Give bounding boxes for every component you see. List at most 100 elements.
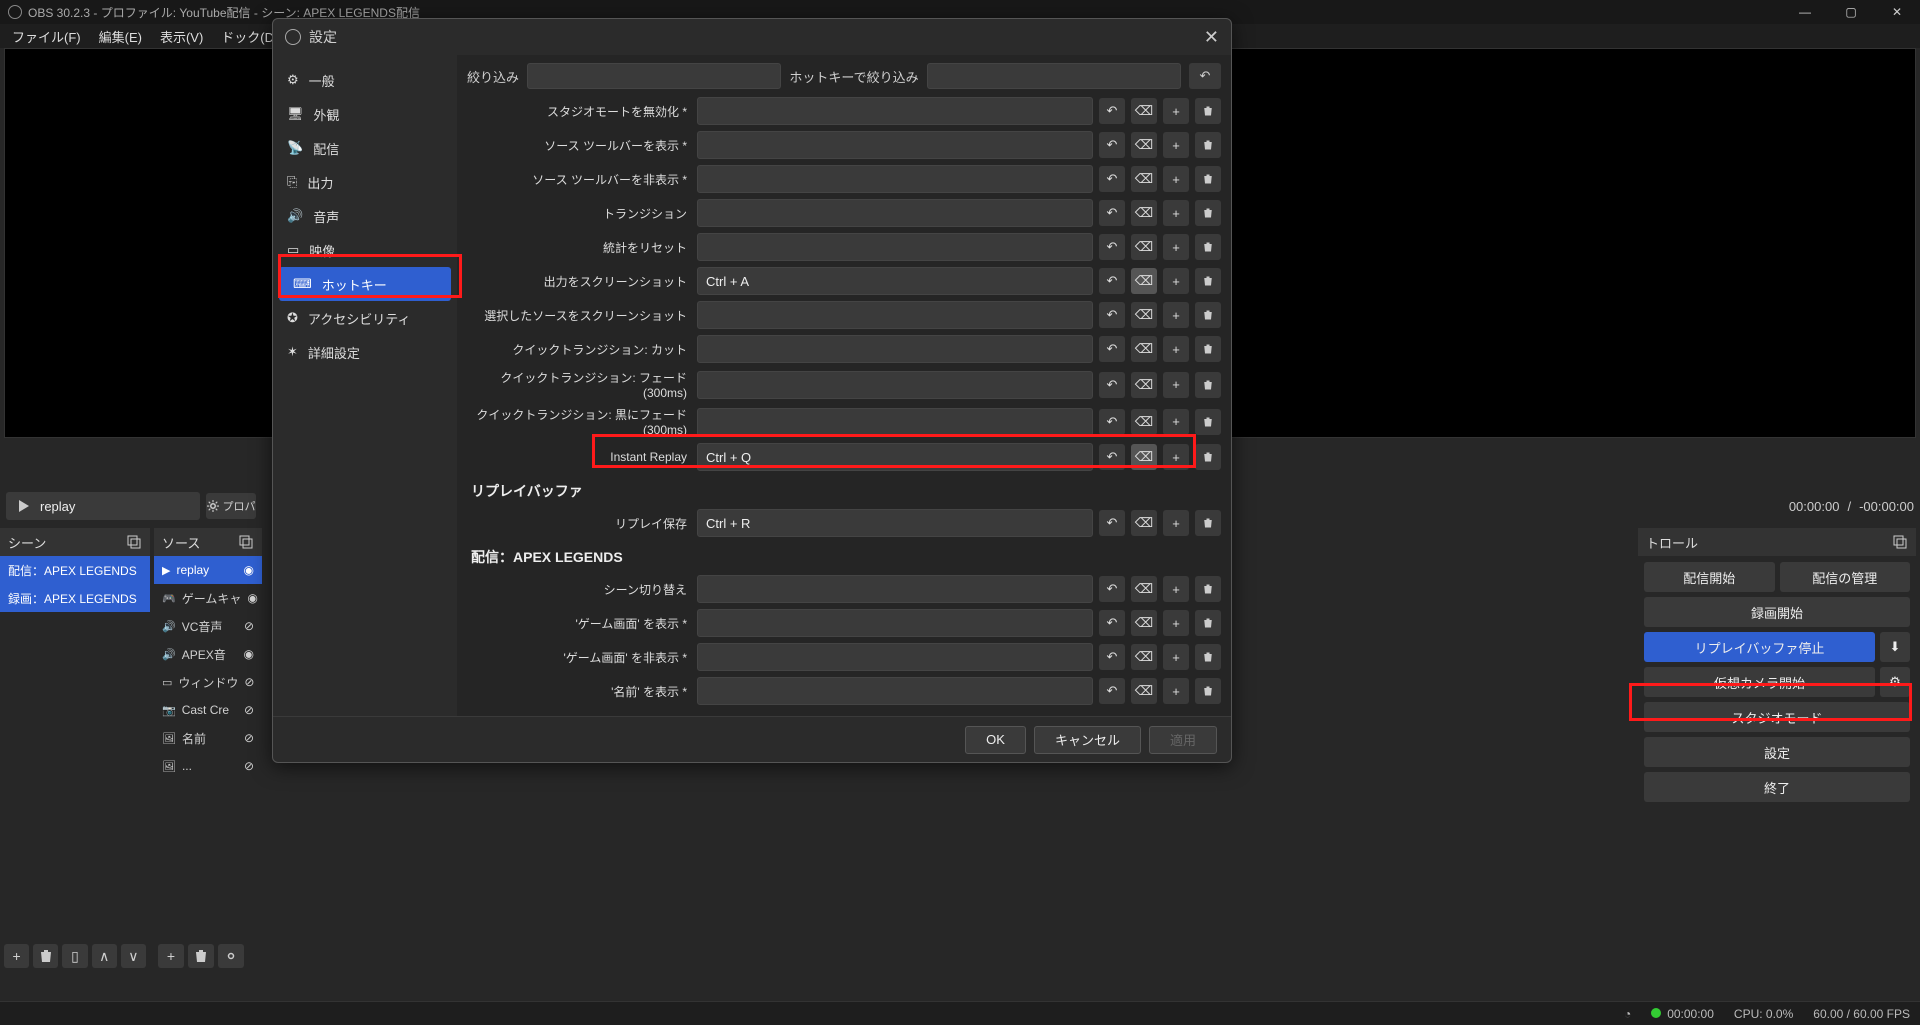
remove-scene-button[interactable]	[33, 944, 58, 968]
hotkey-add-button[interactable]: +	[1163, 268, 1189, 294]
hotkey-undo-button[interactable]: ↶	[1099, 610, 1125, 636]
hotkey-input[interactable]: Ctrl + Q	[697, 443, 1093, 471]
settings-tab-advanced[interactable]: ✶詳細設定	[273, 335, 457, 369]
source-item[interactable]: 🖼...⊘	[154, 752, 262, 780]
hotkey-undo-button[interactable]: ↶	[1099, 166, 1125, 192]
hotkey-clear-button[interactable]: ⌫	[1131, 336, 1157, 362]
replay-buffer-button[interactable]: リプレイバッファ停止	[1644, 632, 1875, 662]
close-button[interactable]: ✕	[1874, 0, 1920, 24]
hotkey-clear-button[interactable]: ⌫	[1131, 302, 1157, 328]
hotkey-input[interactable]	[697, 233, 1093, 261]
hidden-icon[interactable]: ⊘	[244, 619, 254, 633]
hotkey-remove-button[interactable]	[1195, 510, 1221, 536]
settings-tab-gear[interactable]: ⚙一般	[273, 63, 457, 97]
hotkey-undo-button[interactable]: ↶	[1099, 510, 1125, 536]
hotkey-input[interactable]	[697, 677, 1093, 705]
hotkey-remove-button[interactable]	[1195, 98, 1221, 124]
minimize-button[interactable]: —	[1782, 0, 1828, 24]
scene-filter-button[interactable]: ▯	[62, 944, 87, 968]
hotkey-input[interactable]	[697, 165, 1093, 193]
add-scene-button[interactable]: +	[4, 944, 29, 968]
hotkey-input[interactable]	[697, 575, 1093, 603]
hotkey-clear-button[interactable]: ⌫	[1131, 200, 1157, 226]
filter-input[interactable]	[527, 63, 781, 89]
hotkey-add-button[interactable]: +	[1163, 678, 1189, 704]
hotkey-clear-button[interactable]: ⌫	[1131, 409, 1157, 435]
visible-icon[interactable]: ◉	[244, 647, 254, 661]
transition-props-button[interactable]: プロパ	[206, 493, 256, 519]
scene-item[interactable]: 録画：APEX LEGENDS	[0, 584, 150, 612]
exit-button[interactable]: 終了	[1644, 772, 1910, 802]
hotkey-input[interactable]	[697, 609, 1093, 637]
replay-save-button[interactable]: ⬇	[1880, 632, 1910, 662]
hotkey-input[interactable]	[697, 97, 1093, 125]
hotkey-remove-button[interactable]	[1195, 132, 1221, 158]
hotkey-input[interactable]: Ctrl + A	[697, 267, 1093, 295]
apply-button[interactable]: 適用	[1149, 726, 1217, 754]
visible-icon[interactable]: ◉	[244, 563, 254, 577]
settings-button[interactable]: 設定	[1644, 737, 1910, 767]
hotkey-remove-button[interactable]	[1195, 409, 1221, 435]
scene-item[interactable]: 配信：APEX LEGENDS	[0, 556, 150, 584]
virtual-cam-button[interactable]: 仮想カメラ開始	[1644, 667, 1875, 697]
hotkey-add-button[interactable]: +	[1163, 576, 1189, 602]
settings-tab-audio[interactable]: 🔊音声	[273, 199, 457, 233]
hotkey-input[interactable]	[697, 643, 1093, 671]
hotkey-clear-button[interactable]: ⌫	[1131, 132, 1157, 158]
hotkey-undo-button[interactable]: ↶	[1099, 200, 1125, 226]
hotkey-clear-button[interactable]: ⌫	[1131, 268, 1157, 294]
maximize-button[interactable]: ▢	[1828, 0, 1874, 24]
settings-tab-output[interactable]: ⎘出力	[273, 165, 457, 199]
filter-reset-button[interactable]: ↶	[1189, 63, 1221, 89]
hotkey-clear-button[interactable]: ⌫	[1131, 444, 1157, 470]
hotkey-undo-button[interactable]: ↶	[1099, 409, 1125, 435]
hotkey-add-button[interactable]: +	[1163, 132, 1189, 158]
hotkey-undo-button[interactable]: ↶	[1099, 372, 1125, 398]
hotkey-undo-button[interactable]: ↶	[1099, 268, 1125, 294]
hotkey-remove-button[interactable]	[1195, 610, 1221, 636]
source-props-button[interactable]	[218, 944, 244, 968]
hotkey-clear-button[interactable]: ⌫	[1131, 234, 1157, 260]
hotkey-clear-button[interactable]: ⌫	[1131, 576, 1157, 602]
menu-edit[interactable]: 編集(E)	[91, 25, 150, 48]
hotkey-remove-button[interactable]	[1195, 678, 1221, 704]
hidden-icon[interactable]: ⊘	[244, 703, 254, 717]
source-item[interactable]: 🖼名前⊘	[154, 724, 262, 752]
hotkey-add-button[interactable]: +	[1163, 644, 1189, 670]
hotkey-input[interactable]	[697, 301, 1093, 329]
hotkey-input[interactable]	[697, 408, 1093, 436]
hotkey-remove-button[interactable]	[1195, 200, 1221, 226]
hotkey-clear-button[interactable]: ⌫	[1131, 372, 1157, 398]
hotkey-remove-button[interactable]	[1195, 302, 1221, 328]
source-item[interactable]: 🔊APEX音◉	[154, 640, 262, 668]
hotkey-undo-button[interactable]: ↶	[1099, 336, 1125, 362]
hotkey-remove-button[interactable]	[1195, 166, 1221, 192]
hotkey-add-button[interactable]: +	[1163, 610, 1189, 636]
start-stream-button[interactable]: 配信開始	[1644, 562, 1775, 592]
hotkey-add-button[interactable]: +	[1163, 510, 1189, 536]
scene-down-button[interactable]: ∨	[121, 944, 146, 968]
settings-tab-access[interactable]: ✪アクセシビリティ	[273, 301, 457, 335]
hotkey-add-button[interactable]: +	[1163, 302, 1189, 328]
hotkey-remove-button[interactable]	[1195, 234, 1221, 260]
hotkey-clear-button[interactable]: ⌫	[1131, 678, 1157, 704]
settings-tab-antenna[interactable]: 📡配信	[273, 131, 457, 165]
source-item[interactable]: 🔊VC音声⊘	[154, 612, 262, 640]
hotkey-undo-button[interactable]: ↶	[1099, 98, 1125, 124]
hotkey-clear-button[interactable]: ⌫	[1131, 98, 1157, 124]
hotkey-undo-button[interactable]: ↶	[1099, 678, 1125, 704]
scene-up-button[interactable]: ∧	[92, 944, 117, 968]
hotkey-add-button[interactable]: +	[1163, 166, 1189, 192]
hotkey-clear-button[interactable]: ⌫	[1131, 610, 1157, 636]
settings-tab-video[interactable]: ▭映像	[273, 233, 457, 267]
hotkey-clear-button[interactable]: ⌫	[1131, 510, 1157, 536]
hotkey-clear-button[interactable]: ⌫	[1131, 166, 1157, 192]
hotkey-add-button[interactable]: +	[1163, 372, 1189, 398]
menu-file[interactable]: ファイル(F)	[4, 25, 89, 48]
hotkey-input[interactable]: Ctrl + R	[697, 509, 1093, 537]
transition-select[interactable]: replay	[6, 492, 200, 520]
hotkey-undo-button[interactable]: ↶	[1099, 644, 1125, 670]
start-record-button[interactable]: 録画開始	[1644, 597, 1910, 627]
visible-icon[interactable]: ◉	[247, 591, 257, 605]
hotkey-remove-button[interactable]	[1195, 372, 1221, 398]
